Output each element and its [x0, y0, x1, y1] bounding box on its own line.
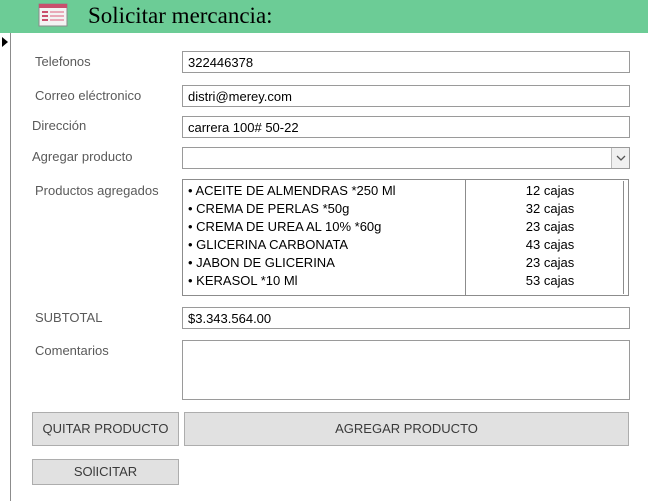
form-header: Solicitar mercancia:	[0, 0, 648, 33]
direccion-field[interactable]: carrera 100# 50-22	[182, 116, 630, 138]
product-name[interactable]: • GLICERINA CARBONATA	[188, 237, 348, 252]
comentarios-label: Comentarios	[35, 343, 109, 358]
product-name[interactable]: • JABON DE GLICERINA	[188, 255, 335, 270]
form-title: Solicitar mercancia:	[88, 3, 273, 28]
correo-label: Correo eléctronico	[35, 88, 142, 103]
product-name[interactable]: • KERASOL *10 Ml	[188, 273, 298, 288]
agregar-producto-label: Agregar producto	[32, 149, 133, 164]
product-name[interactable]: • CREMA DE UREA AL 10% *60g	[188, 219, 381, 234]
subtotal-field[interactable]: $3.343.564.00	[182, 307, 630, 329]
comentarios-textarea[interactable]	[182, 340, 630, 400]
chevron-down-icon	[616, 155, 625, 161]
agregar-producto-combo[interactable]	[182, 147, 630, 169]
productos-listbox[interactable]: • ACEITE DE ALMENDRAS *250 Ml • CREMA DE…	[182, 179, 467, 296]
direccion-label: Dirección	[32, 118, 87, 133]
product-quantity[interactable]: 53 cajas	[466, 273, 634, 288]
product-quantity[interactable]: 32 cajas	[466, 201, 634, 216]
correo-field[interactable]: distri@merey.com	[182, 85, 630, 107]
form-icon	[38, 3, 68, 27]
product-quantity[interactable]: 43 cajas	[466, 237, 634, 252]
quitar-producto-button[interactable]: QUITAR PRODUCTO	[32, 412, 179, 446]
subtotal-label: SUBTOTAL	[35, 310, 103, 325]
product-quantity[interactable]: 12 cajas	[466, 183, 634, 198]
product-name[interactable]: • CREMA DE PERLAS *50g	[188, 201, 349, 216]
product-name[interactable]: • ACEITE DE ALMENDRAS *250 Ml	[188, 183, 396, 198]
productos-agregados-label: Productos agregados	[35, 183, 159, 198]
current-record-arrow-icon	[2, 37, 8, 47]
product-quantity[interactable]: 23 cajas	[466, 219, 634, 234]
agregar-producto-button[interactable]: AGREGAR PRODUCTO	[184, 412, 629, 446]
cantidades-listbox[interactable]: 12 cajas 32 cajas 23 cajas 43 cajas 23 c…	[465, 179, 629, 296]
telefonos-label: Telefonos	[35, 54, 91, 69]
telefonos-field[interactable]: 322446378	[182, 51, 630, 73]
combo-dropdown-button[interactable]	[611, 148, 629, 168]
record-selector[interactable]	[0, 33, 11, 501]
product-quantity[interactable]: 23 cajas	[466, 255, 634, 270]
solicitar-button[interactable]: SOlICITAR	[32, 459, 179, 485]
